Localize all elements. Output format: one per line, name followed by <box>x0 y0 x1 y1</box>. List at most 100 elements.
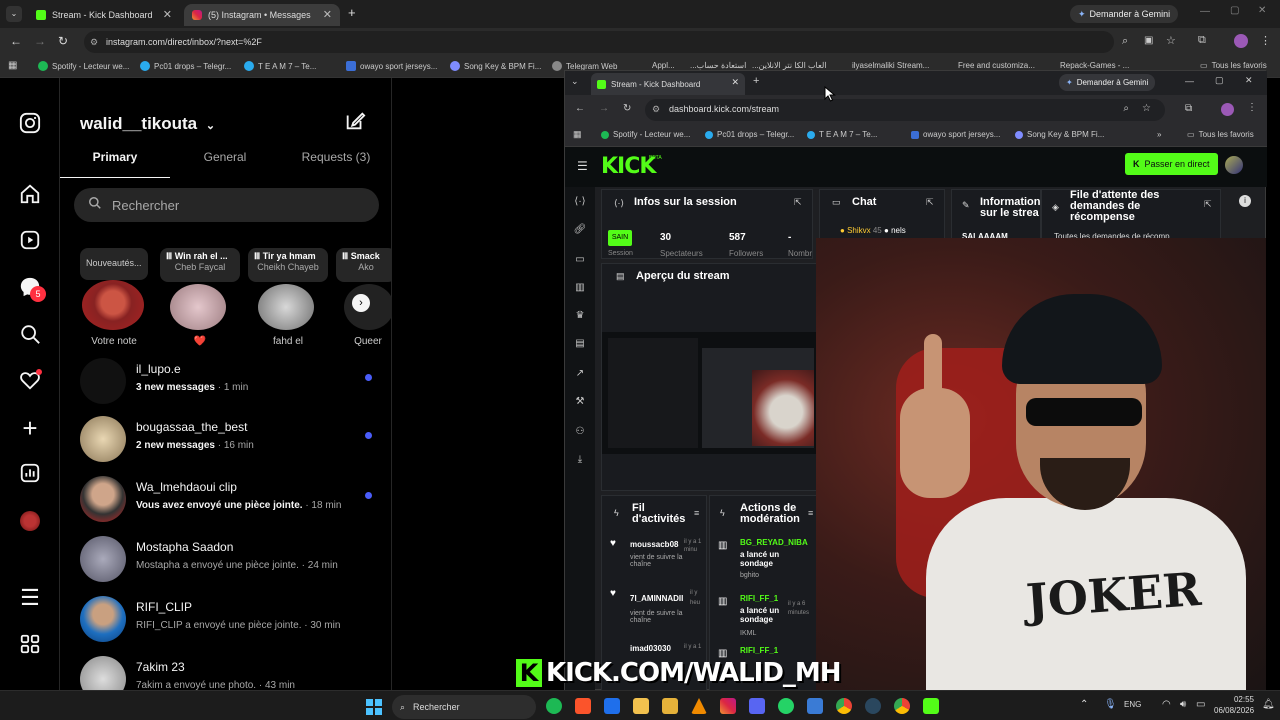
link-icon[interactable]: 🔗︎ <box>573 223 587 237</box>
profile-avatar[interactable] <box>1234 34 1248 48</box>
close-tab-icon[interactable]: ✕ <box>731 77 739 88</box>
battery-icon[interactable]: ▭ <box>1196 699 1205 710</box>
extensions-icon[interactable]: ⧉ <box>1185 103 1192 114</box>
hamburger-icon[interactable]: ☰ <box>577 159 588 173</box>
wifi-icon[interactable]: ◠ <box>1162 699 1171 710</box>
extensions-icon[interactable]: ⧉ <box>1198 34 1206 47</box>
keyboard-language[interactable]: ENG <box>1124 700 1141 709</box>
expand-icon[interactable]: ⇱ <box>926 197 934 208</box>
gemini-button[interactable]: ✦ Demander à Gemini <box>1059 74 1156 91</box>
account-switcher[interactable]: walid__tikouta ⌄ <box>80 114 215 134</box>
mic-icon[interactable]: 🎙︎ <box>1104 699 1117 710</box>
browser-tab-kick-inner[interactable]: Stream - Kick Dashboard ✕ <box>591 73 745 95</box>
close-window-icon[interactable]: ✕ <box>1245 75 1253 86</box>
url-field[interactable]: ⚙ dashboard.kick.com/stream ⌕ ☆ <box>645 99 1165 121</box>
bookmark-free[interactable]: Free and customiza... <box>958 61 1035 70</box>
bookmark-repack[interactable]: Repack-Games - ... <box>1060 61 1129 70</box>
also-from-meta-icon[interactable] <box>18 633 42 657</box>
site-info-icon[interactable]: ⚙ <box>652 104 660 115</box>
bookmark-owayo[interactable]: owayo sport jerseys... <box>911 130 1000 139</box>
bookmark-star-icon[interactable]: ☆ <box>1166 34 1176 47</box>
cast-icon[interactable]: ▣ <box>1144 35 1153 46</box>
expand-icon[interactable]: ⇱ <box>794 197 802 208</box>
tray-chevron-icon[interactable]: ⌃ <box>1080 699 1088 710</box>
instagram-taskbar-icon[interactable] <box>720 698 736 714</box>
dashboard-icon[interactable] <box>18 462 42 486</box>
back-icon[interactable]: ← <box>10 34 22 48</box>
reload-icon[interactable]: ↻ <box>623 103 631 114</box>
bookmark-all-favorites[interactable]: ▭ Tous les favoris <box>1187 130 1254 139</box>
wrench-icon[interactable]: ⚒ <box>573 395 587 409</box>
file-explorer-icon[interactable] <box>633 698 649 714</box>
conversation-row[interactable]: bougassaa_the_best 2 new messages · 16 m… <box>80 416 380 466</box>
conversation-row[interactable]: Wa_lmehdaoui clip Vous avez envoyé une p… <box>80 476 380 526</box>
user-avatar[interactable] <box>1225 156 1243 174</box>
forward-icon[interactable]: → <box>34 34 46 48</box>
apps-grid-icon[interactable]: ▦ <box>573 129 582 140</box>
chrome-active-taskbar-icon[interactable] <box>894 698 910 714</box>
notifications-bell-icon[interactable]: 🔔︎ <box>1262 699 1275 710</box>
bookmark-owayo[interactable]: owayo sport jerseys... <box>346 61 437 71</box>
notes-next-arrow-icon[interactable]: › <box>352 294 370 312</box>
conversation-row[interactable]: RIFI_CLIP RIFI_CLIP a envoyé une pièce j… <box>80 596 380 646</box>
more-menu-icon[interactable]: ☰ <box>18 586 42 610</box>
back-icon[interactable]: ← <box>575 103 585 114</box>
bookmark-songkey[interactable]: Song Key & BPM Fi... <box>450 61 541 71</box>
close-tab-icon[interactable]: ✕ <box>163 8 172 21</box>
minimize-icon[interactable]: — <box>1200 6 1210 17</box>
reload-icon[interactable]: ↻ <box>58 34 68 48</box>
discord-taskbar-icon[interactable] <box>749 698 765 714</box>
download-icon[interactable]: ⤓ <box>573 453 587 467</box>
info-icon[interactable]: i <box>1239 195 1251 207</box>
notifications-heart-icon[interactable] <box>18 369 42 393</box>
tab-list-chevron-icon[interactable]: ⌄ <box>571 76 579 87</box>
stream-preview-video[interactable] <box>602 332 818 454</box>
compose-icon[interactable] <box>344 110 366 137</box>
steam-taskbar-icon[interactable] <box>865 698 881 714</box>
expand-icon[interactable]: ⇱ <box>1204 199 1212 210</box>
bookmark-more-icon[interactable]: » <box>1157 130 1161 139</box>
bookmark-pc01[interactable]: Pc01 drops – Telegr... <box>140 61 231 71</box>
search-input[interactable]: Rechercher <box>74 188 379 222</box>
note-item[interactable]: Ⅲ Win rah el ... Cheb Faycal ❤️ <box>160 248 240 348</box>
url-field[interactable]: ⚙ instagram.com/direct/inbox/?next=%2F <box>84 31 1114 53</box>
kick-logo[interactable]: KICK <box>601 154 656 179</box>
tab-primary[interactable]: Primary <box>60 150 170 178</box>
bookmark-arabic1[interactable]: ...استعادة حساب <box>690 61 746 70</box>
store-taskbar-icon[interactable] <box>807 698 823 714</box>
bookmark-spotify[interactable]: Spotify - Lecteur we... <box>38 61 129 71</box>
browser-tab-instagram[interactable]: (5) Instagram • Messages ✕ <box>184 4 340 26</box>
gemini-button[interactable]: ✦ Demander à Gemini <box>1070 5 1179 23</box>
close-tab-icon[interactable]: ✕ <box>323 8 332 21</box>
home-icon[interactable] <box>18 183 42 207</box>
kick-taskbar-icon[interactable] <box>923 698 939 714</box>
vlc-taskbar-icon[interactable] <box>691 698 707 714</box>
apps-grid-icon[interactable]: ▦ <box>8 60 17 71</box>
filter-icon[interactable]: ≡ <box>808 508 813 518</box>
reels-icon[interactable] <box>18 229 42 253</box>
tab-list-chevron-icon[interactable]: ⌄ <box>6 6 22 22</box>
note-item[interactable]: Nouveautés... Votre note <box>80 248 148 348</box>
defender-taskbar-icon[interactable] <box>604 698 620 714</box>
menu-icon[interactable]: ⋮ <box>1260 34 1271 47</box>
conversation-row[interactable]: 7akim 23 7akim a envoyé une photo. · 43 … <box>80 656 380 690</box>
tab-requests[interactable]: Requests (3) <box>280 150 392 178</box>
bookmark-star-icon[interactable]: ☆ <box>1142 103 1151 114</box>
bookmark-all-favorites[interactable]: ▭ Tous les favoris <box>1200 61 1267 70</box>
go-live-button[interactable]: K Passer en direct <box>1125 153 1218 175</box>
instagram-logo-icon[interactable] <box>18 112 42 136</box>
zoom-icon[interactable]: ⌕ <box>1122 35 1128 48</box>
bookmark-ilyas[interactable]: ilyaselmaliki Stream... <box>852 61 929 70</box>
profile-avatar[interactable] <box>1221 103 1234 116</box>
search-icon[interactable] <box>18 323 42 347</box>
spotify-taskbar-icon[interactable] <box>546 698 562 714</box>
chrome-taskbar-icon[interactable] <box>836 698 852 714</box>
bookmark-spotify[interactable]: Spotify - Lecteur we... <box>601 130 690 139</box>
maximize-icon[interactable]: ▢ <box>1230 5 1239 16</box>
bookmark-team7[interactable]: T E A M 7 – Te... <box>244 61 316 71</box>
forward-icon[interactable]: → <box>599 103 609 114</box>
bookmark-team7[interactable]: T E A M 7 – Te... <box>807 130 877 139</box>
close-window-icon[interactable]: ✕ <box>1258 5 1266 16</box>
clock[interactable]: 02:55 06/08/2026 <box>1214 694 1254 716</box>
bookmark-arabic2[interactable]: ...العاب الكا نتر الانلاين <box>752 61 827 70</box>
